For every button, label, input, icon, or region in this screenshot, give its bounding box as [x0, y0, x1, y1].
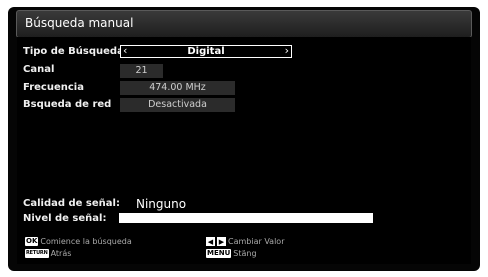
chevron-right-icon[interactable]: › [285, 44, 289, 57]
menu-key-icon: MENU [206, 249, 232, 258]
help-change-value-text: Cambiar Valor [228, 237, 285, 246]
help-menu: MENU Stäng [206, 249, 257, 258]
help-return-text: Atrás [50, 249, 72, 258]
dialog-title: Búsqueda manual [25, 16, 134, 30]
help-ok: OK Comience la búsqueda [25, 237, 132, 246]
channel-label: Canal [23, 64, 55, 75]
search-type-value: Digital [187, 46, 225, 57]
search-type-selector[interactable]: ‹ Digital › [120, 44, 292, 58]
left-arrow-key-icon: ◀ [206, 237, 215, 246]
network-search-label: Bsqueda de red [23, 99, 112, 110]
search-type-label: Tipo de Búsqueda [23, 46, 124, 57]
help-menu-text: Stäng [233, 249, 257, 258]
help-ok-text: Comience la búsqueda [40, 237, 132, 246]
return-key-icon: RETURN [25, 249, 49, 258]
dialog-title-bar: Búsqueda manual [16, 10, 472, 38]
channel-field[interactable]: 21 [120, 64, 163, 78]
signal-quality-label: Calidad de señal: [23, 198, 120, 209]
ok-key-icon: OK [25, 237, 39, 246]
network-search-field[interactable]: Desactivada [120, 98, 235, 112]
signal-level-label: Nivel de señal: [23, 213, 107, 224]
help-return: RETURN Atrás [25, 249, 71, 258]
dialog-panel [17, 37, 471, 264]
right-arrow-key-icon: ▶ [217, 237, 226, 246]
help-change-value: ◀ ▶ Cambiar Valor [206, 237, 284, 246]
signal-quality-value: Ninguno [136, 197, 187, 211]
signal-level-fill [119, 213, 373, 223]
signal-level-bar [119, 213, 373, 223]
frequency-field[interactable]: 474.00 MHz [120, 81, 235, 95]
frequency-label: Frecuencia [23, 82, 84, 93]
